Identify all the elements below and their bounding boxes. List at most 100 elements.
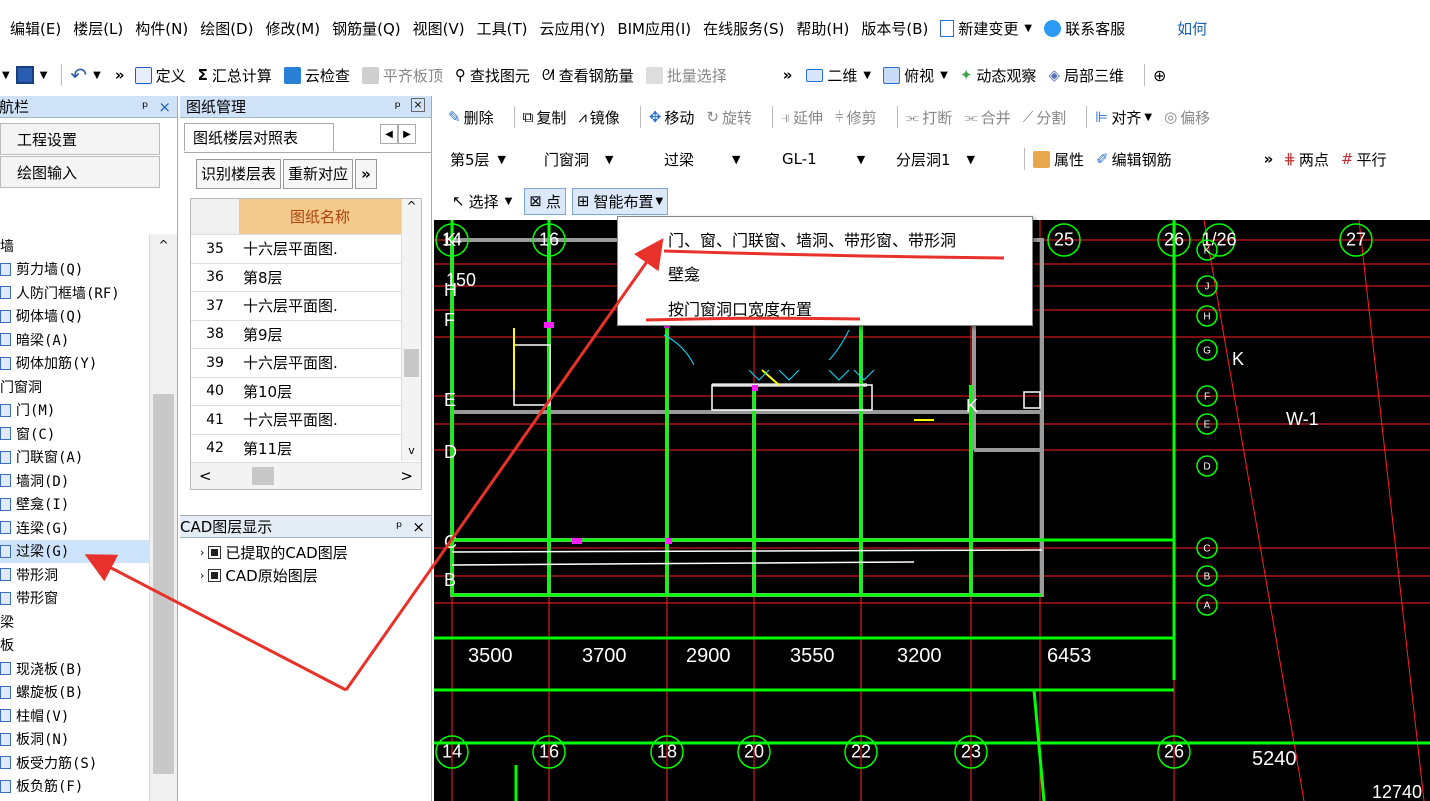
nav-scrollbar[interactable]: ^ — [149, 234, 177, 801]
table-row[interactable]: 35 十六层平面图. — [191, 235, 421, 264]
identify-floor-table-button[interactable]: 识别楼层表 — [196, 158, 282, 189]
table-row[interactable]: 36 第8层 — [191, 264, 421, 292]
tree-item[interactable]: 板受力筋(S) — [0, 751, 150, 775]
find-element-button[interactable]: ⚲ 查找图元 — [455, 65, 530, 86]
local-3d-button[interactable]: ◈ 局部三维 — [1048, 65, 1124, 86]
how-to-link[interactable]: 如何 — [1177, 18, 1207, 39]
two-point-button[interactable]: ⋕ 两点 — [1283, 149, 1329, 170]
table-row[interactable]: 37 十六层平面图. — [191, 292, 421, 321]
tree-item[interactable]: 门(M) — [0, 399, 150, 423]
flat-top-button[interactable]: 平齐板顶 — [361, 65, 443, 86]
tree-group[interactable]: 门窗洞 — [0, 375, 150, 399]
scroll-right-arrow[interactable]: > — [400, 467, 413, 485]
align-dropdown[interactable]: ⊫ 对齐 ▼ — [1095, 107, 1152, 128]
delete-button[interactable]: ✎ 删除 — [448, 107, 494, 128]
table-row[interactable]: 42 第11层 — [191, 435, 421, 463]
pin-icon[interactable]: ᵖ — [396, 518, 402, 536]
menu-draw[interactable]: 绘图(D) — [200, 18, 253, 39]
tree-item[interactable]: 带形窗 — [0, 587, 150, 611]
copy-button[interactable]: ⧉ 复制 — [523, 107, 567, 128]
tree-group[interactable]: 板 — [0, 634, 150, 658]
point-button[interactable]: ⊠ 点 — [524, 187, 566, 215]
table-row[interactable]: 40 第10层 — [191, 378, 421, 406]
cloud-check-button[interactable]: 云检查 — [283, 65, 350, 86]
trim-button[interactable]: ⫩ 修剪 — [835, 107, 877, 128]
rotate-button[interactable]: ↻ 旋转 — [706, 107, 752, 128]
tree-group[interactable]: 墙 — [0, 234, 150, 258]
new-change-button[interactable]: 新建变更 ▼ — [940, 18, 1032, 39]
tree-item[interactable]: 窗(C) — [0, 422, 150, 446]
contact-service-button[interactable]: 联系客服 — [1044, 18, 1125, 39]
tree-item[interactable]: 板负筋(F) — [0, 775, 150, 799]
menu-online[interactable]: 在线服务(S) — [703, 18, 784, 39]
menu-help[interactable]: 帮助(H) — [796, 18, 849, 39]
menu-item-niche[interactable]: 壁龛 — [668, 261, 700, 285]
tree-item[interactable]: 现浇板(B) — [0, 657, 150, 681]
menu-tools[interactable]: 工具(T) — [477, 18, 528, 39]
checkbox[interactable] — [208, 569, 222, 582]
view2d-dropdown[interactable]: 二维 ▼ — [806, 65, 871, 86]
table-scrollbar[interactable]: ^ v — [401, 199, 421, 461]
mirror-button[interactable]: ⩘ 镜像 — [578, 107, 619, 128]
tab-left-arrow[interactable]: ◀ — [380, 124, 398, 144]
scroll-up-arrow[interactable]: ^ — [150, 238, 177, 252]
menu-component[interactable]: 构件(N) — [135, 18, 188, 39]
smart-layout-dropdown[interactable]: ⊞ 智能布置 ▼ — [571, 187, 669, 215]
tree-item[interactable]: 暗梁(A) — [0, 328, 150, 352]
tree-item[interactable]: 门联窗(A) — [0, 446, 150, 470]
tree-group[interactable]: 梁 — [0, 610, 150, 634]
top-view-dropdown[interactable]: 俯视 ▼ — [883, 65, 948, 86]
menu-floor[interactable]: 楼层(L) — [73, 18, 123, 39]
tree-item[interactable]: 柱帽(V) — [0, 704, 150, 728]
column-header-name[interactable]: 图纸名称 — [239, 199, 401, 234]
checkbox[interactable] — [208, 546, 222, 559]
offset-button[interactable]: ◎ 偏移 — [1164, 107, 1210, 128]
view-rebar-button[interactable]: ᘛ 查看钢筋量 — [542, 65, 634, 86]
expand-icon[interactable]: › — [200, 569, 204, 582]
menu-modify[interactable]: 修改(M) — [265, 18, 320, 39]
save-dropdown-arrow[interactable]: ▼ — [40, 70, 48, 81]
table-row[interactable]: 38 第9层 — [191, 321, 421, 349]
dropdown-arrow[interactable]: ▼ — [2, 70, 10, 81]
tab-right-arrow[interactable]: ▶ — [398, 124, 416, 144]
menu-item-door-window[interactable]: 门、窗、门联窗、墙洞、带形窗、带形洞 — [668, 227, 956, 251]
tree-item[interactable]: 壁龛(I) — [0, 493, 150, 517]
tree-item[interactable]: 砌体墙(Q) — [0, 305, 150, 329]
pin-icon[interactable]: ᵖ — [395, 98, 401, 116]
parallel-button[interactable]: # 平行 — [1341, 149, 1387, 170]
menu-cloud[interactable]: 云应用(Y) — [539, 18, 605, 39]
menu-item-by-opening-width[interactable]: 按门窗洞口宽度布置 — [668, 296, 812, 320]
undo-dropdown-arrow[interactable]: ▼ — [93, 70, 101, 81]
tree-item[interactable]: 过梁(G) — [0, 539, 150, 563]
scroll-left-arrow[interactable]: < — [199, 467, 212, 485]
extend-button[interactable]: ⫣ 延伸 — [781, 107, 823, 128]
menu-version[interactable]: 版本号(B) — [861, 18, 928, 39]
overflow-button[interactable]: » — [355, 158, 378, 189]
menu-bim[interactable]: BIM应用(I) — [617, 18, 691, 39]
sum-calc-button[interactable]: Σ 汇总计算 — [198, 65, 272, 86]
tree-item[interactable]: 墙洞(D) — [0, 469, 150, 493]
crosshair-icon[interactable]: ⊕ — [1153, 66, 1166, 85]
tree-item[interactable]: 螺旋板(B) — [0, 681, 150, 705]
scroll-down-arrow[interactable]: v — [402, 444, 421, 457]
edit-rebar-button[interactable]: ✐ 编辑钢筋 — [1096, 149, 1172, 170]
element-select[interactable]: GL-1 ▼ — [782, 150, 886, 168]
overflow-icon[interactable]: » — [115, 66, 125, 84]
layer-item-extracted[interactable]: › 已提取的CAD图层 — [200, 542, 348, 563]
category-select[interactable]: 门窗洞 ▼ — [544, 149, 654, 170]
close-icon[interactable]: × — [411, 97, 425, 112]
tree-item[interactable]: 剪力墙(Q) — [0, 258, 150, 282]
tab-drawing-input[interactable]: 绘图输入 — [0, 156, 160, 188]
dynamic-view-button[interactable]: ✦ 动态观察 — [960, 65, 1037, 86]
break-button[interactable]: ⫘ 打断 — [906, 107, 953, 128]
tree-item[interactable]: 人防门框墙(RF) — [0, 281, 150, 305]
scroll-thumb[interactable] — [404, 349, 419, 377]
horizontal-scrollbar[interactable]: < > — [191, 463, 421, 489]
tab-project-settings[interactable]: 工程设置 — [0, 123, 160, 155]
layer-item-original[interactable]: › CAD原始图层 — [200, 565, 318, 586]
overflow-icon[interactable]: » — [1264, 150, 1274, 168]
table-row[interactable]: 39 十六层平面图. — [191, 349, 421, 378]
remap-button[interactable]: 重新对应 — [283, 158, 354, 189]
tree-item[interactable]: 砌体加筋(Y) — [0, 352, 150, 376]
menu-view[interactable]: 视图(V) — [413, 18, 465, 39]
